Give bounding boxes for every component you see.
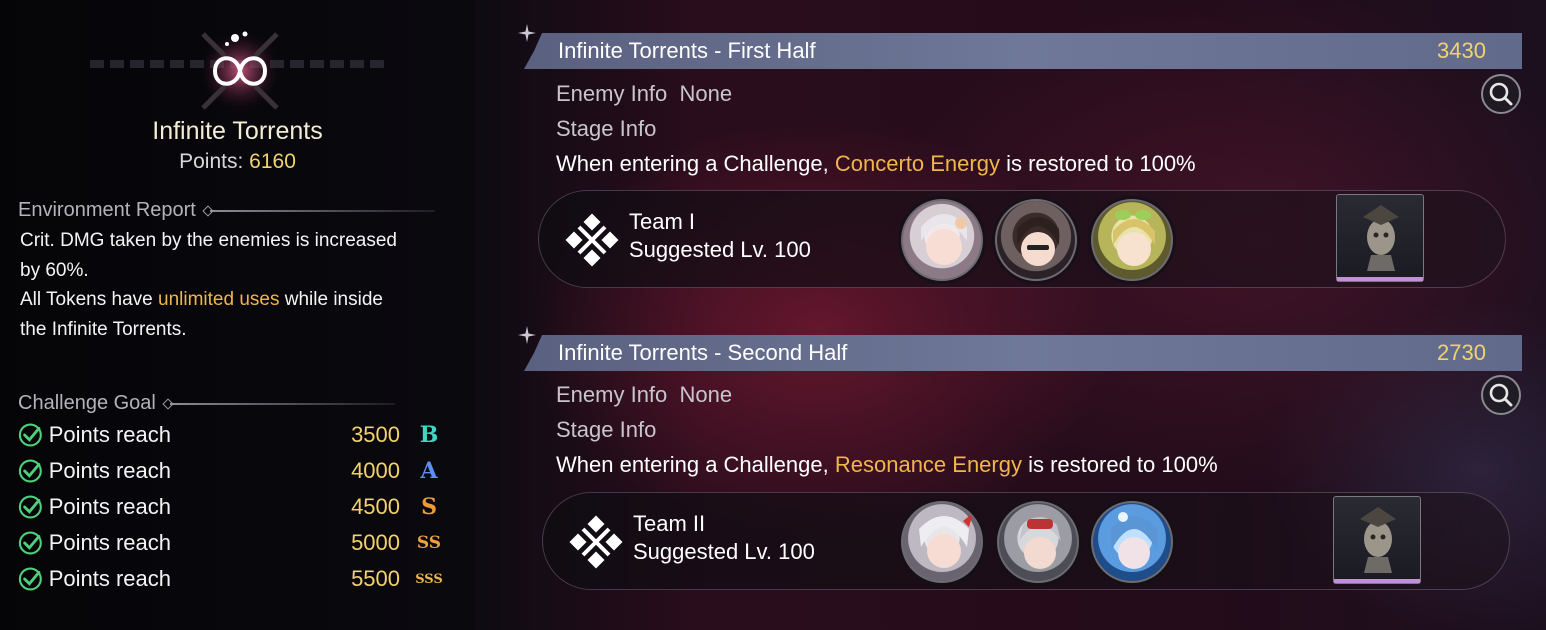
character-avatar-icon [1111,512,1157,569]
goal-value: 4000 [351,458,401,483]
env-line-3-highlight: unlimited uses [158,289,280,310]
magnifier-icon [1489,383,1513,407]
total-points: Points: 6160 [0,150,475,174]
stage-info-label: Stage Info [556,417,657,442]
character-avatar-icon [921,214,967,265]
desc-highlight: Resonance Energy [834,452,1022,477]
echo-bust-icon [1360,507,1396,573]
character-avatar[interactable] [901,199,983,281]
character-avatar[interactable] [901,501,983,583]
team-name: Team II [633,511,706,536]
enemy-info-value: None [679,81,733,106]
echo-bust-icon [1363,205,1399,271]
goal-row: Points reach 5000 SS [18,527,448,559]
environment-report-heading: Environment Report [18,199,435,222]
enemy-info-value: None [679,382,733,407]
goal-label: Points reach [48,566,171,591]
enemy-info-magnifier-button[interactable] [1481,74,1521,114]
env-line-3-pre: All Tokens have [20,289,159,310]
character-avatar-icon [919,513,973,568]
points-value: 6160 [249,150,296,173]
goal-value: 5000 [351,530,401,555]
magnifier-icon [1489,82,1513,106]
character-avatar-icon [1113,210,1155,266]
stage-title: Infinite Torrents - Second Half [558,340,848,365]
echo-slot[interactable] [1336,194,1424,282]
rank-badge-ss: SS [416,533,442,553]
check-icon [18,459,42,483]
left-panel: Infinite Torrents Points: 6160 Environme… [0,0,475,630]
stage-info-label: Stage Info [556,116,657,141]
goal-value: 5500 [351,566,401,591]
goal-label: Points reach [48,422,171,447]
enemy-info: Enemy Info None [556,382,732,408]
enemy-info-magnifier-button[interactable] [1481,375,1521,415]
team-suggested-level: Suggested Lv. 100 [633,539,815,564]
sparkle-icon [518,326,536,344]
goal-row: Points reach 4500 S [18,491,448,523]
env-line-4: the Infinite Torrents. [20,318,187,340]
enemy-info: Enemy Info None [556,81,732,107]
challenge-goal-heading: Challenge Goal [18,392,395,415]
desc-pre: When entering a Challenge, [556,151,835,176]
goal-value: 4500 [351,494,401,519]
team-cross-icon [565,213,619,267]
echo-slot[interactable] [1333,496,1421,584]
character-avatar[interactable] [995,199,1077,281]
rank-badge-s: S [421,494,437,520]
desc-post: is restored to 100% [999,151,1196,176]
stage-score: 3430 [1437,38,1486,63]
check-icon [18,531,42,555]
stage-header-first-half[interactable]: Infinite Torrents - First Half 3430 [524,33,1522,69]
team-cross-icon [569,515,623,569]
rank-badge-sss: SSS [415,571,443,587]
environment-report-label: Environment Report [18,199,196,221]
desc-highlight: Concerto Energy [834,151,1000,176]
stage-description: When entering a Challenge, Concerto Ener… [556,151,1196,177]
team-card-1[interactable]: Team I Suggested Lv. 100 [538,190,1506,288]
character-avatar[interactable] [1091,199,1173,281]
env-line-3: All Tokens have unlimited uses while ins… [20,285,450,315]
goal-value: 3500 [351,422,401,447]
stage-description: When entering a Challenge, Resonance Ene… [556,452,1218,478]
infinite-torrents-emblem-icon [200,31,280,111]
enemy-info-label: Enemy Info [556,81,668,106]
stage-header-second-half[interactable]: Infinite Torrents - Second Half 2730 [524,335,1522,371]
check-icon [18,423,42,447]
challenge-goal-label: Challenge Goal [18,392,156,414]
desc-post: is restored to 100% [1021,452,1218,477]
environment-report-text: Crit. DMG taken by the enemies is increa… [20,226,450,344]
check-icon [18,495,42,519]
sparkle-icon [518,24,536,42]
check-icon [18,567,42,591]
goal-row: Points reach 5500 SSS [18,563,448,595]
team-suggested-level: Suggested Lv. 100 [629,237,811,262]
env-line-2: by 60%. [20,259,89,281]
env-line-1: Crit. DMG taken by the enemies is increa… [20,230,397,251]
goal-row: Points reach 4000 A [18,455,448,487]
goal-label: Points reach [48,530,171,555]
rank-badge-a: A [420,458,438,484]
challenge-title: Infinite Torrents [152,117,323,145]
points-label: Points: [179,150,244,173]
team-card-2[interactable]: Team II Suggested Lv. 100 [542,492,1510,590]
desc-pre: When entering a Challenge, [556,452,835,477]
rank-badge-b: B [419,422,439,448]
character-avatar-icon [1019,517,1061,569]
goal-label: Points reach [48,458,171,483]
character-avatar[interactable] [1091,501,1173,583]
enemy-info-label: Enemy Info [556,382,668,407]
env-line-3-post: while inside [279,289,383,310]
heading-ornament [209,209,435,212]
team-name: Team I [629,209,696,234]
stage-title: Infinite Torrents - First Half [558,38,816,63]
stage-score: 2730 [1437,340,1486,365]
goal-row: Points reach 3500 B [18,419,448,451]
goal-label: Points reach [48,494,171,519]
character-avatar-icon [1017,217,1059,266]
character-avatar[interactable] [997,501,1079,583]
heading-ornament [169,402,395,405]
